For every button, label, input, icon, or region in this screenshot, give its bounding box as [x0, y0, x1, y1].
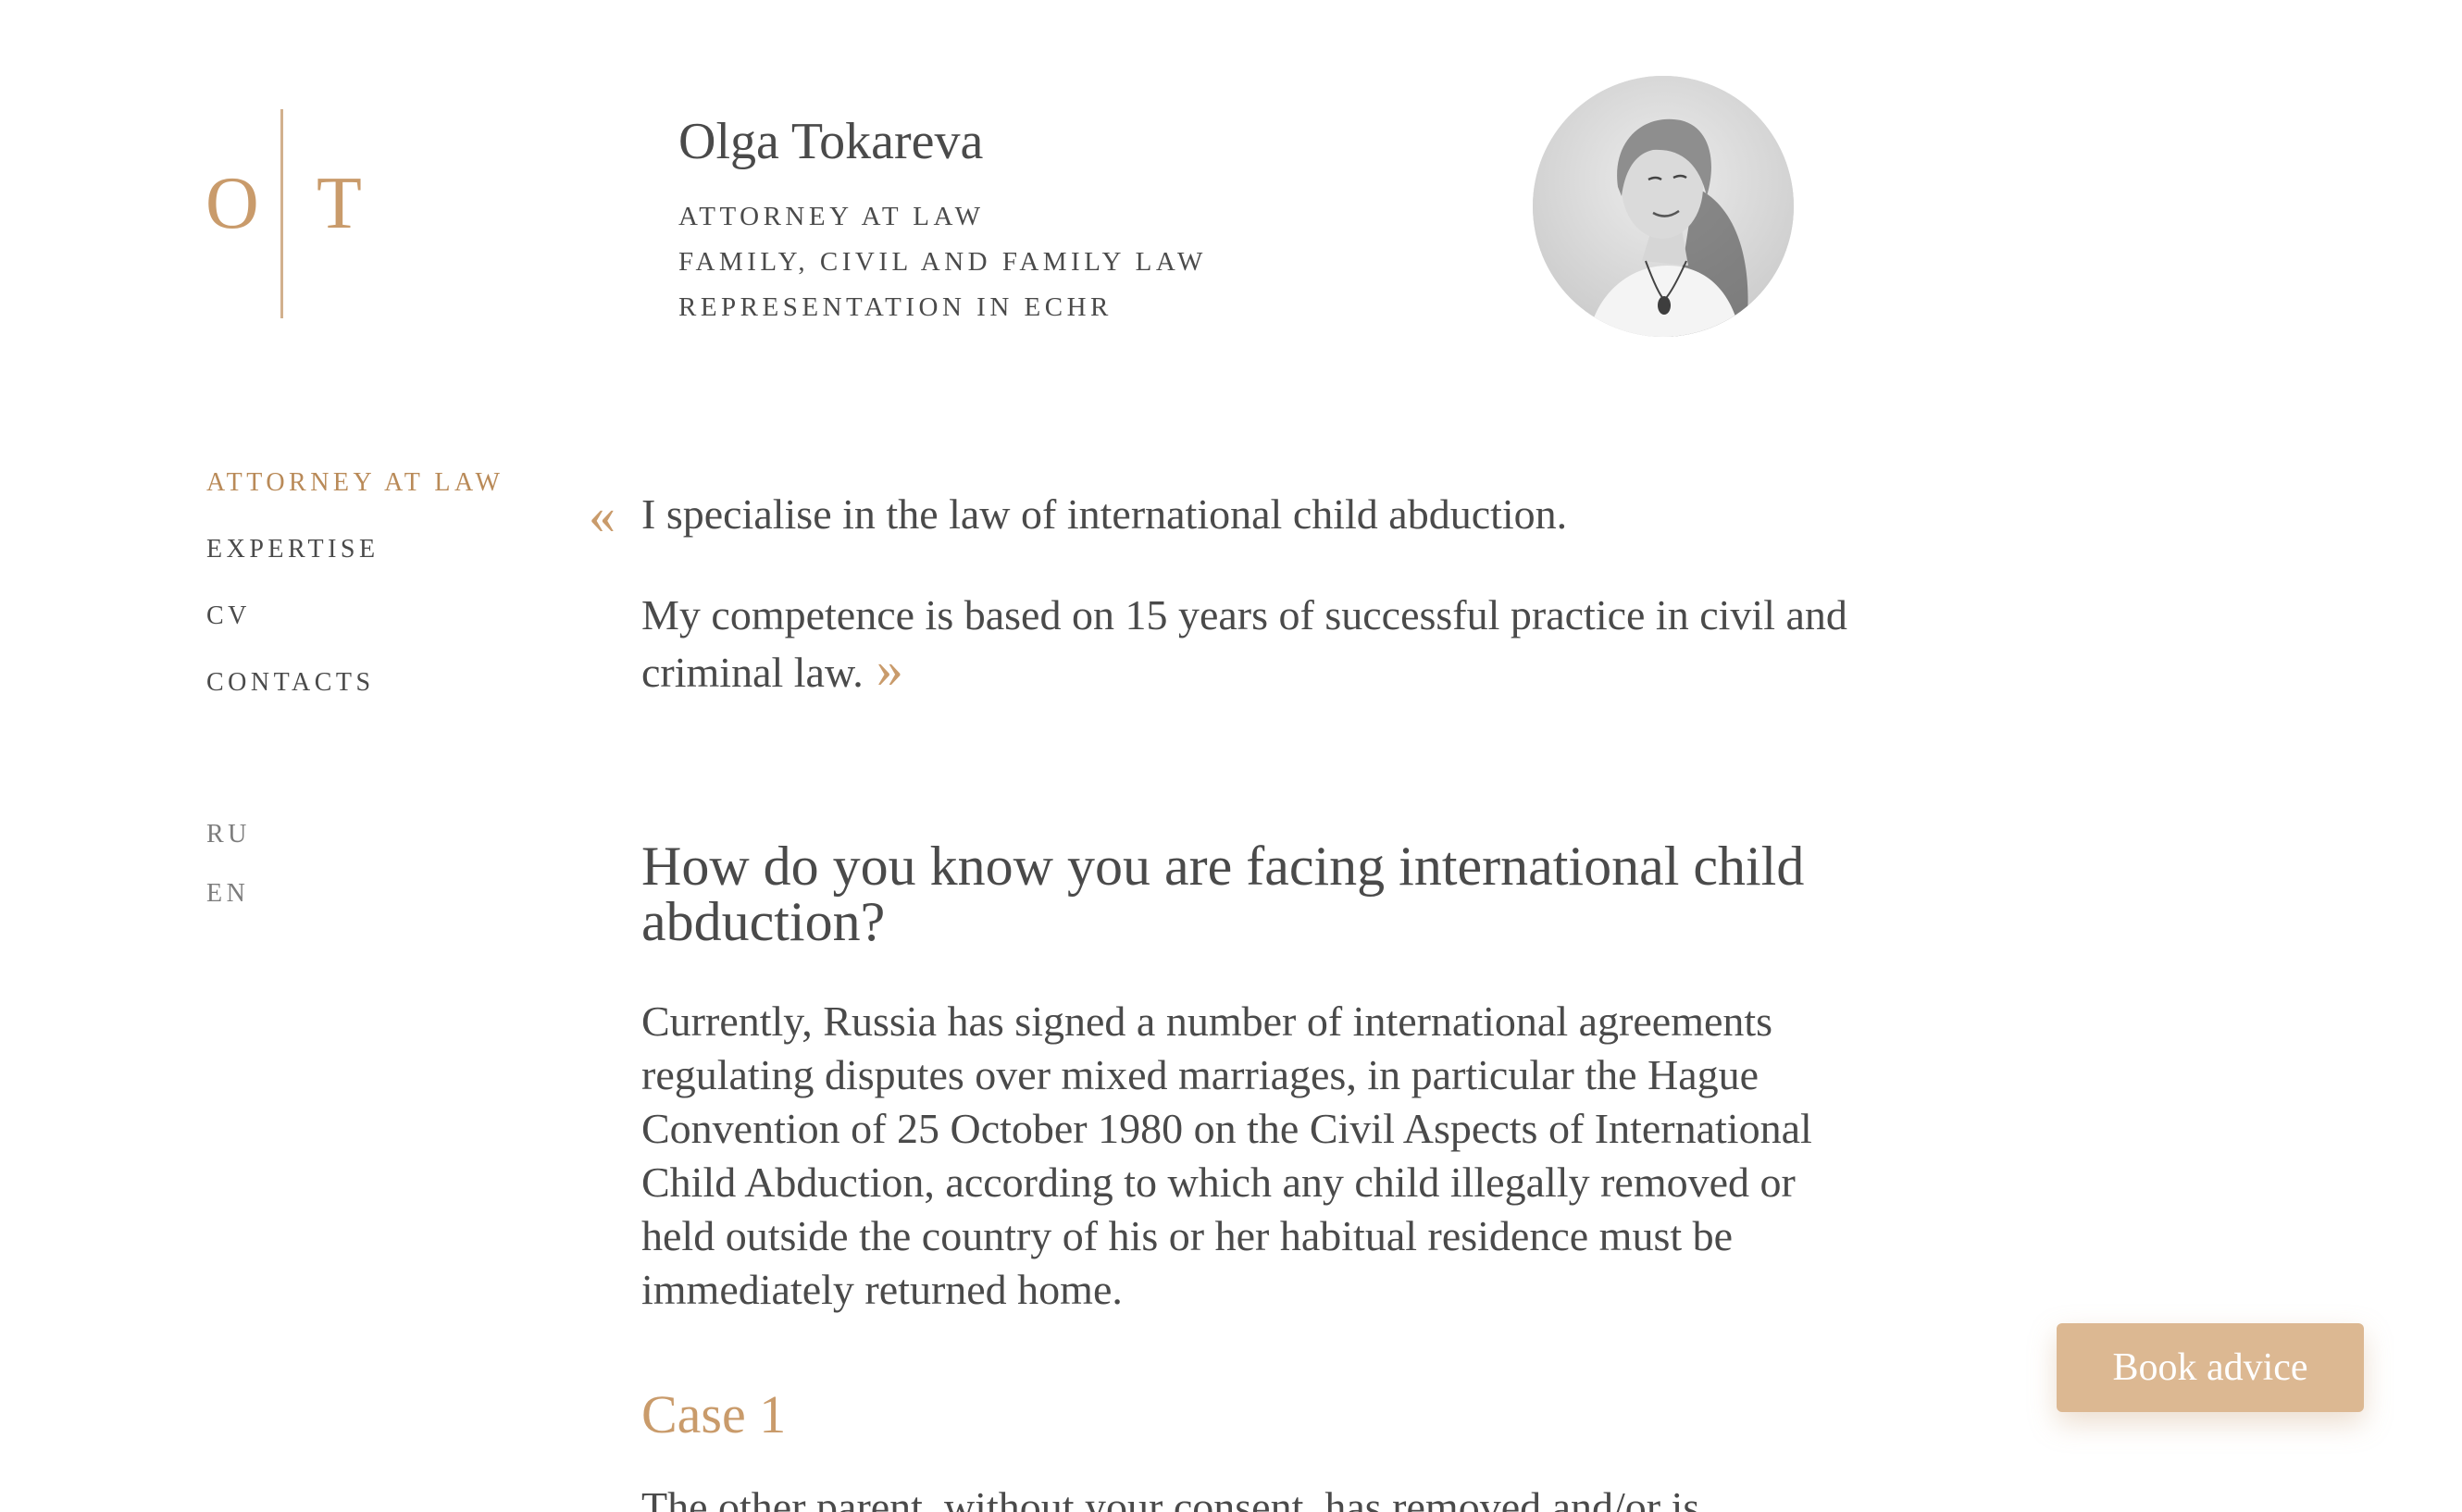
nav-item-expertise[interactable]: EXPERTISE: [206, 516, 504, 583]
monogram-letter-o: O: [205, 163, 259, 244]
attorney-titles: ATTORNEY AT LAW FAMILY, CIVIL AND FAMILY…: [678, 194, 1207, 330]
portrait-image: [1533, 76, 1794, 337]
attorney-portrait: [1533, 76, 1794, 337]
quote-close-mark: »: [876, 638, 903, 699]
monogram-letter-t: T: [317, 163, 362, 244]
nav-item-contacts[interactable]: CONTACTS: [206, 650, 504, 716]
attorney-title-line: ATTORNEY AT LAW: [678, 202, 985, 231]
article-body: Currently, Russia has signed a number of…: [641, 998, 1812, 1313]
attorney-title-line: FAMILY, CIVIL AND FAMILY LAW: [678, 247, 1207, 277]
quote-text-2: My competence is based on 15 years of su…: [641, 589, 1863, 700]
case-text: The other parent, without your consent, …: [641, 1483, 1700, 1512]
quote-text-2-content: My competence is based on 15 years of su…: [641, 591, 1847, 696]
nav-item-attorney-at-law[interactable]: ATTORNEY AT LAW: [206, 450, 504, 516]
case-heading: Case 1: [641, 1384, 787, 1444]
quote-open-mark: «: [589, 485, 616, 545]
attorney-title-line: REPRESENTATION IN ECHR: [678, 292, 1113, 322]
article-title: How do you know you are facing internati…: [641, 836, 1805, 952]
nav-item-cv[interactable]: CV: [206, 583, 504, 650]
attorney-name: Olga Tokareva: [678, 113, 984, 170]
lang-en[interactable]: EN: [206, 864, 251, 923]
lang-ru[interactable]: RU: [206, 805, 251, 864]
monogram-divider: [280, 109, 283, 318]
language-switcher: RU EN: [206, 805, 251, 923]
quote-text-1: I specialise in the law of international…: [641, 490, 1568, 538]
sidebar-nav: ATTORNEY AT LAW EXPERTISE CV CONTACTS: [206, 450, 504, 716]
book-advice-button[interactable]: Book advice: [2057, 1323, 2364, 1412]
logo-monogram[interactable]: O T: [205, 109, 363, 318]
